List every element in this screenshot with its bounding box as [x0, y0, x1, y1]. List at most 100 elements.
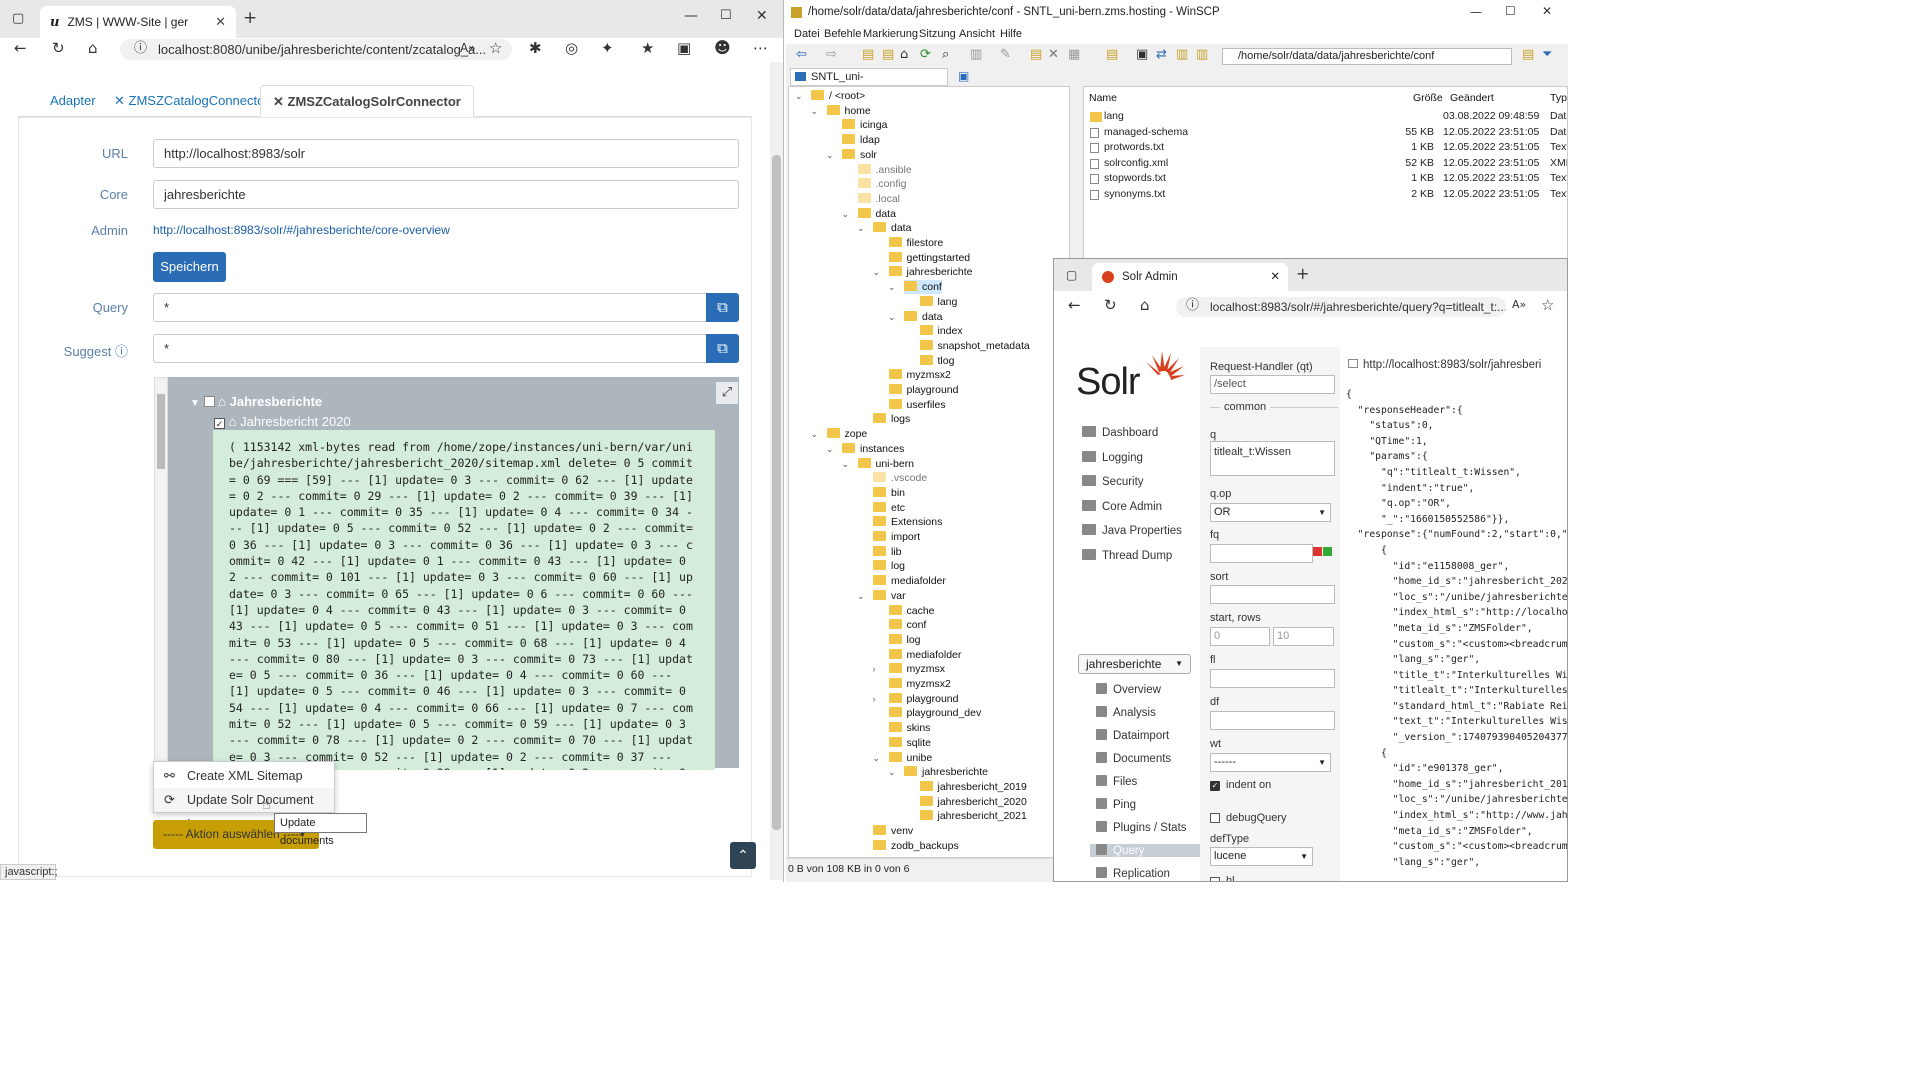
back-icon[interactable]: ⇦	[796, 48, 807, 61]
tree-node[interactable]: etc	[873, 501, 905, 515]
tree-node[interactable]: lib	[873, 545, 902, 559]
query-input[interactable]: *	[153, 293, 708, 322]
favorites-icon[interactable]: ★	[641, 41, 654, 56]
expanded-caret-icon[interactable]: ⌄	[811, 104, 819, 118]
edit-icon[interactable]: ✎	[1000, 48, 1011, 61]
tree-node[interactable]: .local	[857, 192, 900, 206]
checkbox[interactable]	[203, 396, 215, 407]
tree-node[interactable]: import	[873, 530, 920, 544]
fq-input[interactable]	[1210, 544, 1313, 563]
menu-markierung[interactable]: Markierung	[863, 28, 918, 40]
new-tab-icon[interactable]: +	[243, 10, 257, 27]
terminal-icon[interactable]: ▣	[1136, 48, 1148, 61]
expanded-caret-icon[interactable]: ⌄	[888, 280, 896, 294]
solr-core-nav-item[interactable]: Documents	[1090, 752, 1171, 765]
file-row[interactable]: synonyms.txt 2 KB 12.05.2022 23:51:05 Text	[1084, 187, 1567, 202]
more-menu-icon[interactable]: ⋯	[753, 41, 768, 56]
solr-core-nav-item[interactable]: Plugins / Stats	[1090, 821, 1187, 834]
close-window-icon[interactable]: ✕	[1542, 5, 1552, 17]
file-row[interactable]: protwords.txt 1 KB 12.05.2022 23:51:05 Text	[1084, 140, 1567, 155]
core-input[interactable]: jahresberichte	[153, 180, 739, 209]
menu-datei[interactable]: Datei	[794, 28, 820, 40]
tree-node[interactable]: ⌄ solr	[826, 148, 877, 162]
read-aloud-icon[interactable]: A»	[1512, 299, 1526, 310]
remove-fq-icon[interactable]	[1313, 547, 1322, 556]
fl-input[interactable]	[1210, 669, 1335, 688]
solr-nav-item[interactable]: Thread Dump	[1082, 549, 1172, 562]
minimize-icon[interactable]: —	[684, 9, 698, 23]
col-type-header[interactable]: Typ	[1550, 92, 1567, 104]
remote-path-box[interactable]: /home/solr/data/data/jahresberichte/conf	[1222, 48, 1512, 65]
solr-nav-item[interactable]: Security	[1082, 475, 1144, 488]
tree-node[interactable]: myzmsx2	[888, 368, 951, 382]
tree-node[interactable]: cache	[888, 604, 935, 618]
menu-ansicht[interactable]: Ansicht	[959, 28, 995, 40]
collapse-caret-icon[interactable]: ▼	[190, 398, 200, 409]
open-icon[interactable]: ▤	[1030, 48, 1042, 61]
extension-icon[interactable]: ◎	[565, 41, 578, 56]
info-icon[interactable]: ⓘ	[1186, 299, 1199, 312]
tree-node[interactable]: sqlite	[888, 736, 931, 750]
tree-node[interactable]: .config	[857, 177, 906, 191]
tree-node[interactable]: userfiles	[888, 398, 946, 412]
tree-node[interactable]: playground	[888, 383, 958, 397]
tree-node[interactable]: lang	[919, 295, 957, 309]
back-icon[interactable]: ←	[14, 41, 27, 56]
tree-node[interactable]: snapshot_metadata	[919, 339, 1030, 353]
tree-node[interactable]: ⌄ data	[888, 310, 942, 324]
properties-icon[interactable]: ▦	[1068, 48, 1080, 61]
session-tab[interactable]: SNTL_uni-bern.zms.hosting ✕	[790, 68, 948, 99]
tree-node[interactable]: playground_dev	[888, 706, 981, 720]
tree-node[interactable]: ⌄ uni-bern	[842, 457, 914, 471]
extension-bug-icon[interactable]: ✱	[529, 41, 542, 56]
tree-node[interactable]: tlog	[919, 354, 954, 368]
tree-node[interactable]: index	[919, 324, 963, 338]
tree-scrollbar[interactable]	[154, 377, 168, 768]
tree-node[interactable]: ⌄ unibe	[873, 751, 932, 765]
tree-node[interactable]: › myzmsx	[873, 662, 945, 676]
tree-node[interactable]: .ansible	[857, 163, 912, 177]
favorite-add-icon[interactable]: ☆	[489, 41, 502, 56]
tree-node[interactable]: icinga	[842, 118, 887, 132]
tree-scroll-thumb[interactable]	[157, 394, 165, 469]
qop-select[interactable]: OR ▼	[1210, 503, 1331, 522]
tree-node[interactable]: ⌄ instances	[826, 442, 904, 456]
tab-zcatalog-connector[interactable]: ✕ ZMSZCatalogConnector	[102, 85, 281, 117]
hl-checkbox[interactable]	[1210, 877, 1220, 881]
solr-core-nav-item[interactable]: Analysis	[1090, 706, 1156, 719]
refresh-icon[interactable]: ⟳	[920, 48, 931, 61]
solr-core-nav-item[interactable]: Query	[1090, 844, 1200, 857]
tree-child-node[interactable]: ✓ ⌂ Jahresbericht 2020	[214, 414, 351, 429]
expanded-caret-icon[interactable]: ⌄	[826, 148, 834, 162]
tree-node[interactable]: gettingstarted	[888, 251, 970, 265]
open-dir-icon[interactable]: ▤	[1522, 48, 1534, 61]
minimize-icon[interactable]: —	[1470, 6, 1482, 18]
sync-icon[interactable]: ⇄	[1156, 48, 1167, 61]
tree-node[interactable]: log	[888, 633, 921, 647]
forward-icon[interactable]: ⇨	[826, 48, 837, 61]
solr-core-nav-item[interactable]: Dataimport	[1090, 729, 1169, 742]
tree-node[interactable]: bin	[873, 486, 905, 500]
tree-node[interactable]: .vscode	[873, 471, 927, 485]
tree-node[interactable]: jahresbericht_2021	[919, 809, 1027, 823]
tree-node[interactable]: venv	[873, 824, 913, 838]
tree-node[interactable]: filestore	[888, 236, 943, 250]
expanded-caret-icon[interactable]: ⌄	[811, 427, 819, 441]
solr-tab[interactable]: Solr Admin ✕	[1092, 263, 1288, 291]
file-row[interactable]: stopwords.txt 1 KB 12.05.2022 23:51:05 Text	[1084, 171, 1567, 186]
reload-icon[interactable]: ↻	[52, 41, 65, 56]
open-suggest-icon[interactable]: ⧉	[706, 334, 739, 363]
expanded-caret-icon[interactable]: ⌄	[857, 589, 865, 603]
core-selector[interactable]: jahresberichte ▼	[1078, 654, 1191, 674]
solr-core-nav-item[interactable]: Overview	[1090, 683, 1161, 696]
solr-nav-item[interactable]: Dashboard	[1082, 426, 1158, 439]
tree-node[interactable]: ldap	[842, 133, 880, 147]
tab-actions-icon[interactable]: ▢	[12, 12, 24, 25]
favorite-add-icon[interactable]: ☆	[1541, 298, 1554, 313]
collapsed-caret-icon[interactable]: ›	[873, 662, 876, 676]
result-url[interactable]: http://localhost:8983/solr/jahresberi	[1348, 359, 1567, 371]
file-row[interactable]: solrconfig.xml 52 KB 12.05.2022 23:51:05 XM…	[1084, 156, 1567, 171]
col-name-header[interactable]: Name	[1089, 92, 1117, 104]
expanded-caret-icon[interactable]: ⌄	[873, 265, 881, 279]
filter-icon[interactable]: ⏷	[1542, 48, 1552, 61]
